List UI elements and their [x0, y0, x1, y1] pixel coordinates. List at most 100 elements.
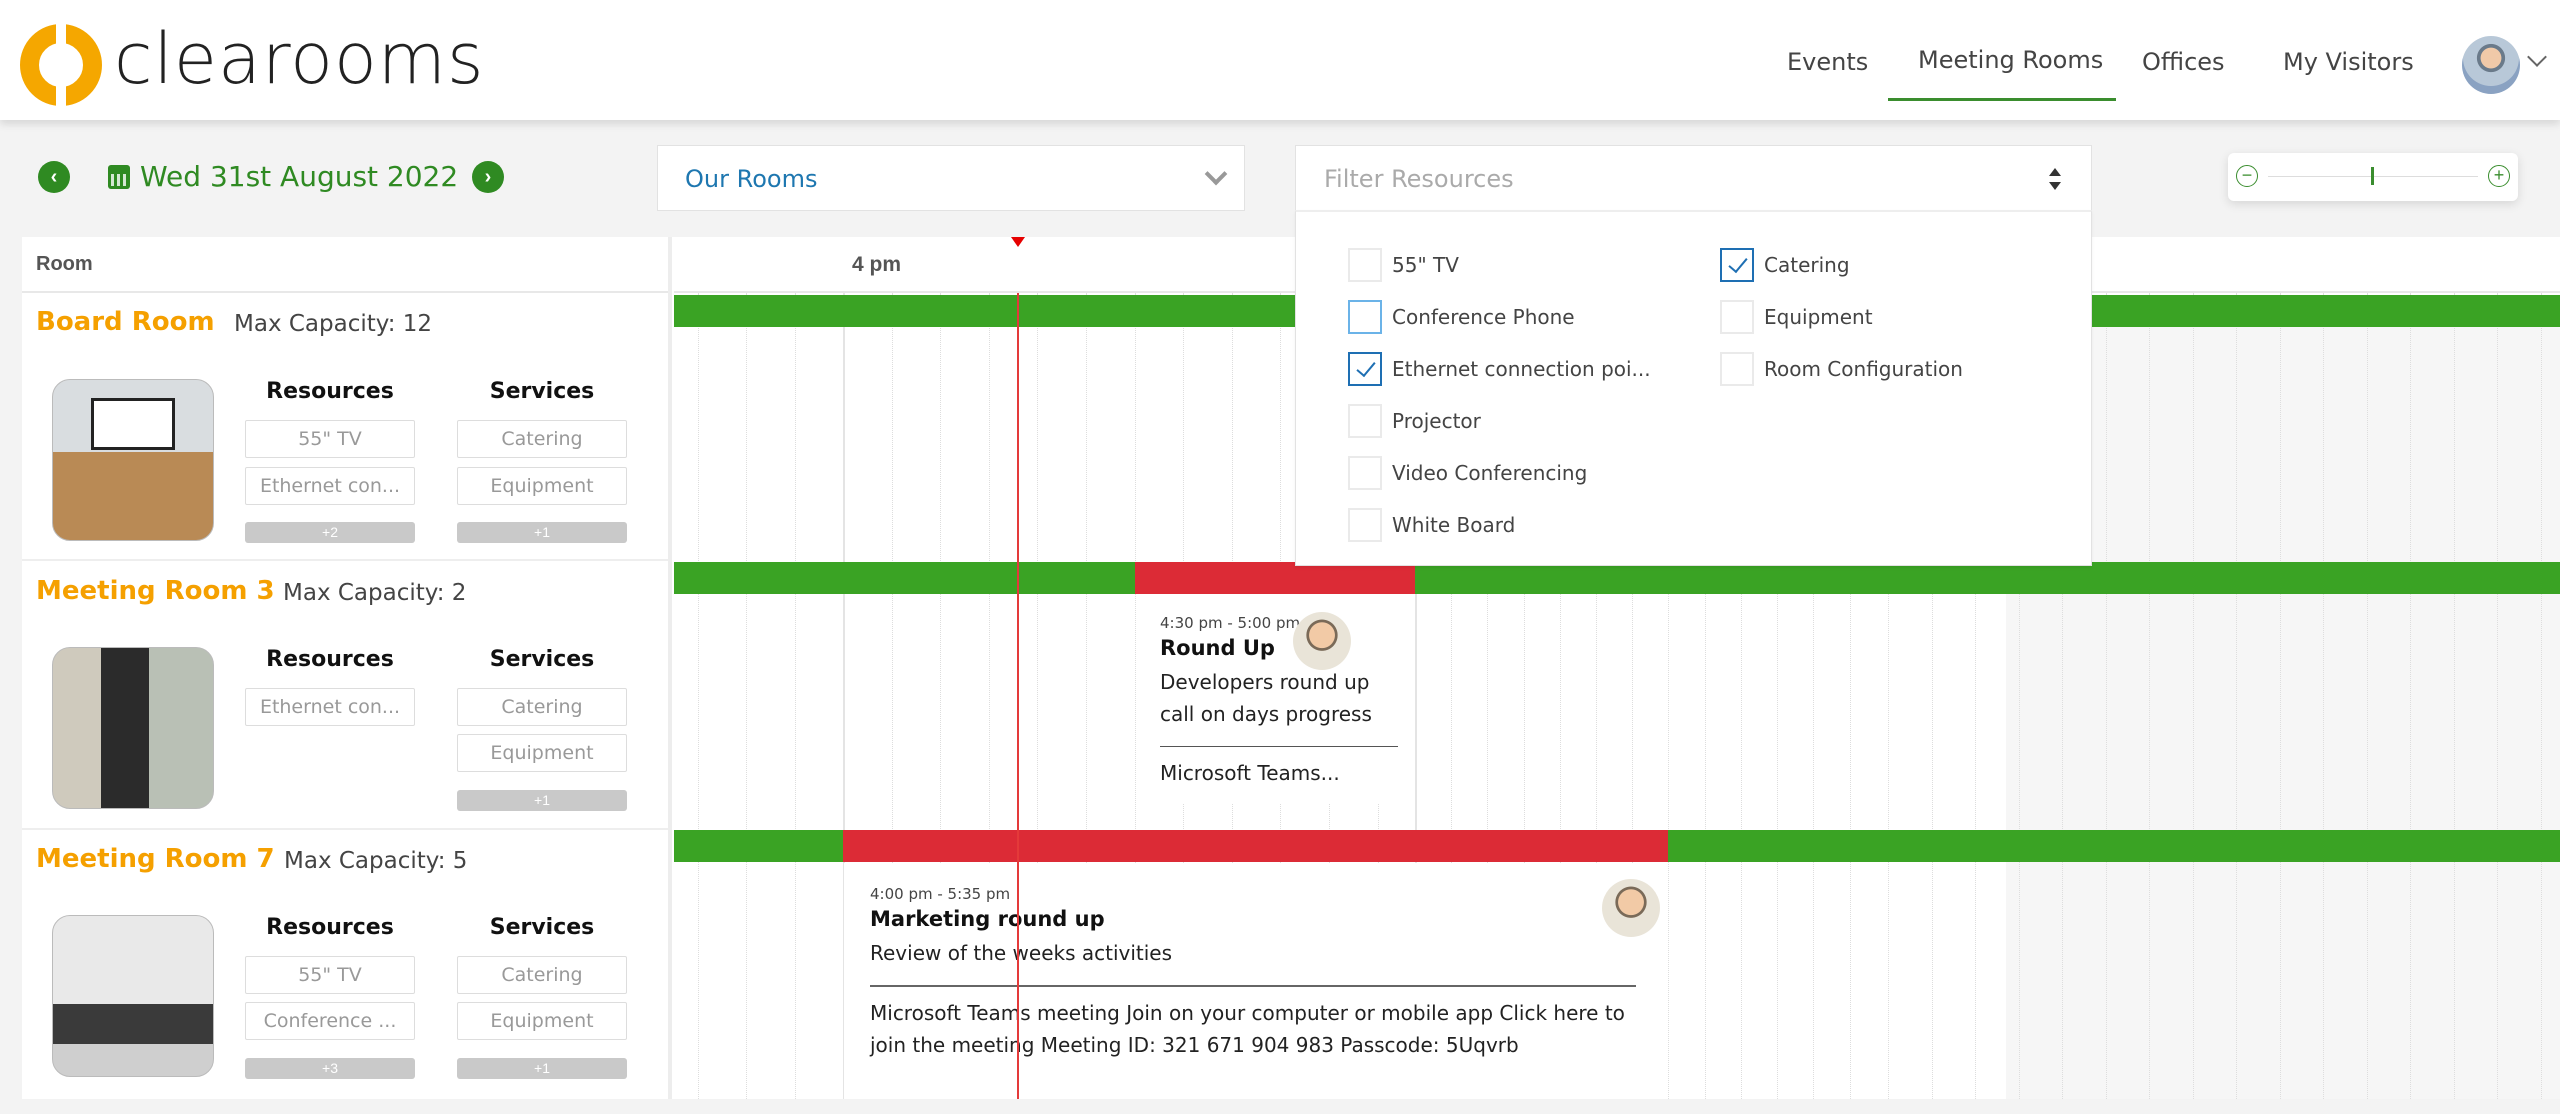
filter-resources-select[interactable]: Filter Resources — [1295, 145, 2092, 211]
event-meeting-link[interactable]: Microsoft Teams... — [1160, 757, 1414, 789]
more-resources-badge[interactable]: +3 — [245, 1058, 415, 1079]
zoom-handle[interactable] — [2371, 167, 2374, 185]
service-chip: Equipment — [457, 467, 627, 505]
nav-active-indicator — [1888, 98, 2116, 101]
booking-bar-round-up[interactable] — [1135, 562, 1415, 594]
option-label: 55" TV — [1392, 253, 1459, 277]
option-label: Projector — [1392, 409, 1481, 433]
room-name[interactable]: Board Room — [36, 307, 215, 337]
more-services-badge[interactable]: +1 — [457, 790, 627, 811]
interval-gridline — [2540, 293, 2542, 1099]
event-description: Review of the weeks activities — [870, 941, 1173, 965]
checkbox[interactable] — [1348, 456, 1382, 490]
more-resources-badge[interactable]: +2 — [245, 522, 415, 543]
room-row-meeting-room-3[interactable]: Meeting Room 3 Max Capacity: 2 Resources… — [22, 562, 668, 830]
room-group-select[interactable]: Our Rooms — [657, 145, 1245, 211]
room-photo — [52, 647, 214, 809]
service-chip: Catering — [457, 420, 627, 458]
event-divider — [1160, 746, 1398, 747]
checkbox[interactable] — [1348, 300, 1382, 334]
availability-bar-free[interactable] — [1415, 562, 2560, 594]
chevron-left-icon: ‹ — [50, 165, 58, 188]
room-photo — [52, 915, 214, 1077]
timeline-zoom-slider[interactable]: − + — [2228, 153, 2518, 201]
interval-gridline — [2366, 293, 2368, 1099]
resource-chip: Conference ... — [245, 1002, 415, 1040]
more-services-badge[interactable]: +1 — [457, 522, 627, 543]
filter-placeholder: Filter Resources — [1324, 165, 1514, 193]
nav-meeting-rooms[interactable]: Meeting Rooms — [1918, 46, 2103, 74]
current-date: Wed 31st August 2022 — [140, 160, 459, 193]
filter-option-video-conferencing[interactable]: Video Conferencing — [1348, 456, 1587, 490]
room-row-meeting-room-7[interactable]: Meeting Room 7 Max Capacity: 5 Resources… — [22, 830, 668, 1098]
clearooms-logo-icon[interactable] — [20, 21, 102, 109]
organizer-avatar[interactable] — [1602, 879, 1660, 937]
organizer-avatar[interactable] — [1293, 612, 1351, 670]
user-avatar[interactable] — [2462, 36, 2520, 94]
option-label: Ethernet connection poi... — [1392, 357, 1651, 381]
zoom-in-icon[interactable]: + — [2488, 165, 2510, 187]
event-meeting-link[interactable]: Microsoft Teams meeting Join on your com… — [870, 997, 1660, 1061]
service-chip: Equipment — [457, 1002, 627, 1040]
filter-option-white-board[interactable]: White Board — [1348, 508, 1515, 542]
current-time-line — [1017, 293, 1019, 1099]
filter-resources-dropdown: 55" TV Conference Phone Ethernet connect… — [1295, 210, 2092, 566]
resources-title: Resources — [266, 915, 394, 940]
sort-arrows-icon — [2049, 168, 2061, 190]
filter-option-catering[interactable]: Catering — [1720, 248, 1850, 282]
filter-option-ethernet[interactable]: Ethernet connection poi... — [1348, 352, 1651, 386]
room-header-label: Room — [36, 253, 93, 275]
nav-events[interactable]: Events — [1787, 48, 1868, 76]
room-row-board-room[interactable]: Board Room Max Capacity: 12 Resources Se… — [22, 293, 668, 561]
next-day-button[interactable]: › — [472, 161, 504, 193]
checkbox[interactable] — [1348, 508, 1382, 542]
resources-title: Resources — [266, 379, 394, 404]
room-capacity: Max Capacity: 2 — [283, 580, 467, 606]
room-name[interactable]: Meeting Room 3 — [36, 576, 275, 606]
filter-option-projector[interactable]: Projector — [1348, 404, 1481, 438]
room-group-value: Our Rooms — [685, 165, 818, 193]
option-label: Equipment — [1764, 305, 1873, 329]
hour-label-4pm: 4 pm — [852, 253, 902, 276]
nav-my-visitors[interactable]: My Visitors — [2283, 48, 2414, 76]
option-label: Video Conferencing — [1392, 461, 1588, 485]
event-time: 4:30 pm - 5:00 pm — [1160, 614, 1301, 632]
interval-gridline — [2192, 293, 2194, 1099]
services-title: Services — [489, 379, 595, 404]
checkbox[interactable] — [1348, 404, 1382, 438]
availability-bar-free[interactable] — [674, 830, 843, 862]
option-label: Catering — [1764, 253, 1850, 277]
filter-option-55-tv[interactable]: 55" TV — [1348, 248, 1459, 282]
interval-gridline — [2497, 293, 2498, 1099]
room-column-header: Room — [22, 237, 668, 293]
zoom-out-icon[interactable]: − — [2236, 165, 2258, 187]
resources-title: Resources — [266, 647, 394, 672]
filter-option-room-configuration[interactable]: Room Configuration — [1720, 352, 1963, 386]
room-name[interactable]: Meeting Room 7 — [36, 844, 275, 874]
interval-gridline — [2279, 293, 2281, 1099]
date-picker[interactable]: Wed 31st August 2022 — [108, 160, 458, 193]
more-services-badge[interactable]: +1 — [457, 1058, 627, 1079]
checkbox[interactable] — [1720, 300, 1754, 334]
filter-option-equipment[interactable]: Equipment — [1720, 300, 1873, 334]
resource-chip: 55" TV — [245, 420, 415, 458]
chevron-down-icon[interactable] — [2527, 47, 2547, 67]
checkbox[interactable] — [1720, 352, 1754, 386]
event-card-round-up[interactable]: 4:30 pm - 5:00 pm Round Up Developers ro… — [1136, 594, 1414, 804]
app-header: clearooms Events Meeting Rooms Offices M… — [0, 0, 2560, 120]
option-label: Conference Phone — [1392, 305, 1575, 329]
brand-name[interactable]: clearooms — [114, 18, 484, 100]
event-card-marketing-round-up[interactable]: 4:00 pm - 5:35 pm Marketing round up Rev… — [844, 863, 1668, 1099]
availability-bar-free[interactable] — [674, 562, 1135, 594]
checkbox[interactable] — [1348, 248, 1382, 282]
checkbox-checked[interactable] — [1720, 248, 1754, 282]
event-description: Developers round up call on days progres… — [1160, 670, 1372, 726]
checkbox-checked[interactable] — [1348, 352, 1382, 386]
nav-offices[interactable]: Offices — [2142, 48, 2225, 76]
previous-day-button[interactable]: ‹ — [38, 161, 70, 193]
booking-bar-marketing-round-up[interactable] — [843, 830, 1668, 862]
room-capacity: Max Capacity: 5 — [284, 848, 468, 874]
filter-option-conference-phone[interactable]: Conference Phone — [1348, 300, 1575, 334]
availability-bar-free[interactable] — [1668, 830, 2560, 862]
services-title: Services — [489, 915, 595, 940]
